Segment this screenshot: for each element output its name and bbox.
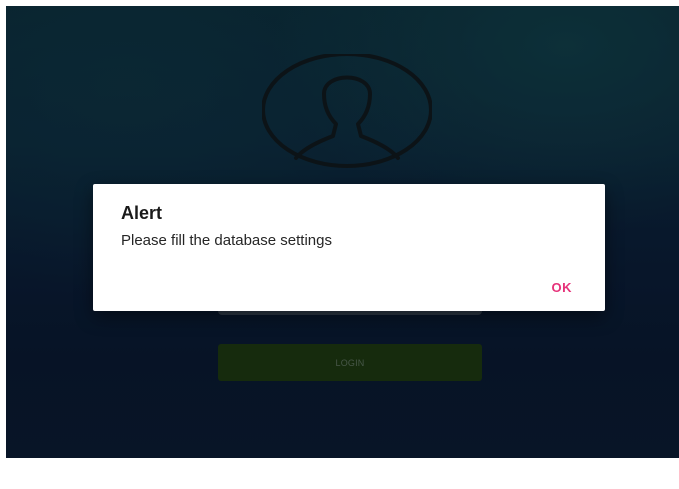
- login-screen: LOGIN Alert Please fill the database set…: [6, 6, 679, 458]
- ok-button[interactable]: OK: [552, 280, 573, 295]
- alert-dialog: Alert Please fill the database settings …: [93, 184, 605, 311]
- alert-message: Please fill the database settings: [121, 232, 332, 249]
- alert-title: Alert: [121, 203, 163, 223]
